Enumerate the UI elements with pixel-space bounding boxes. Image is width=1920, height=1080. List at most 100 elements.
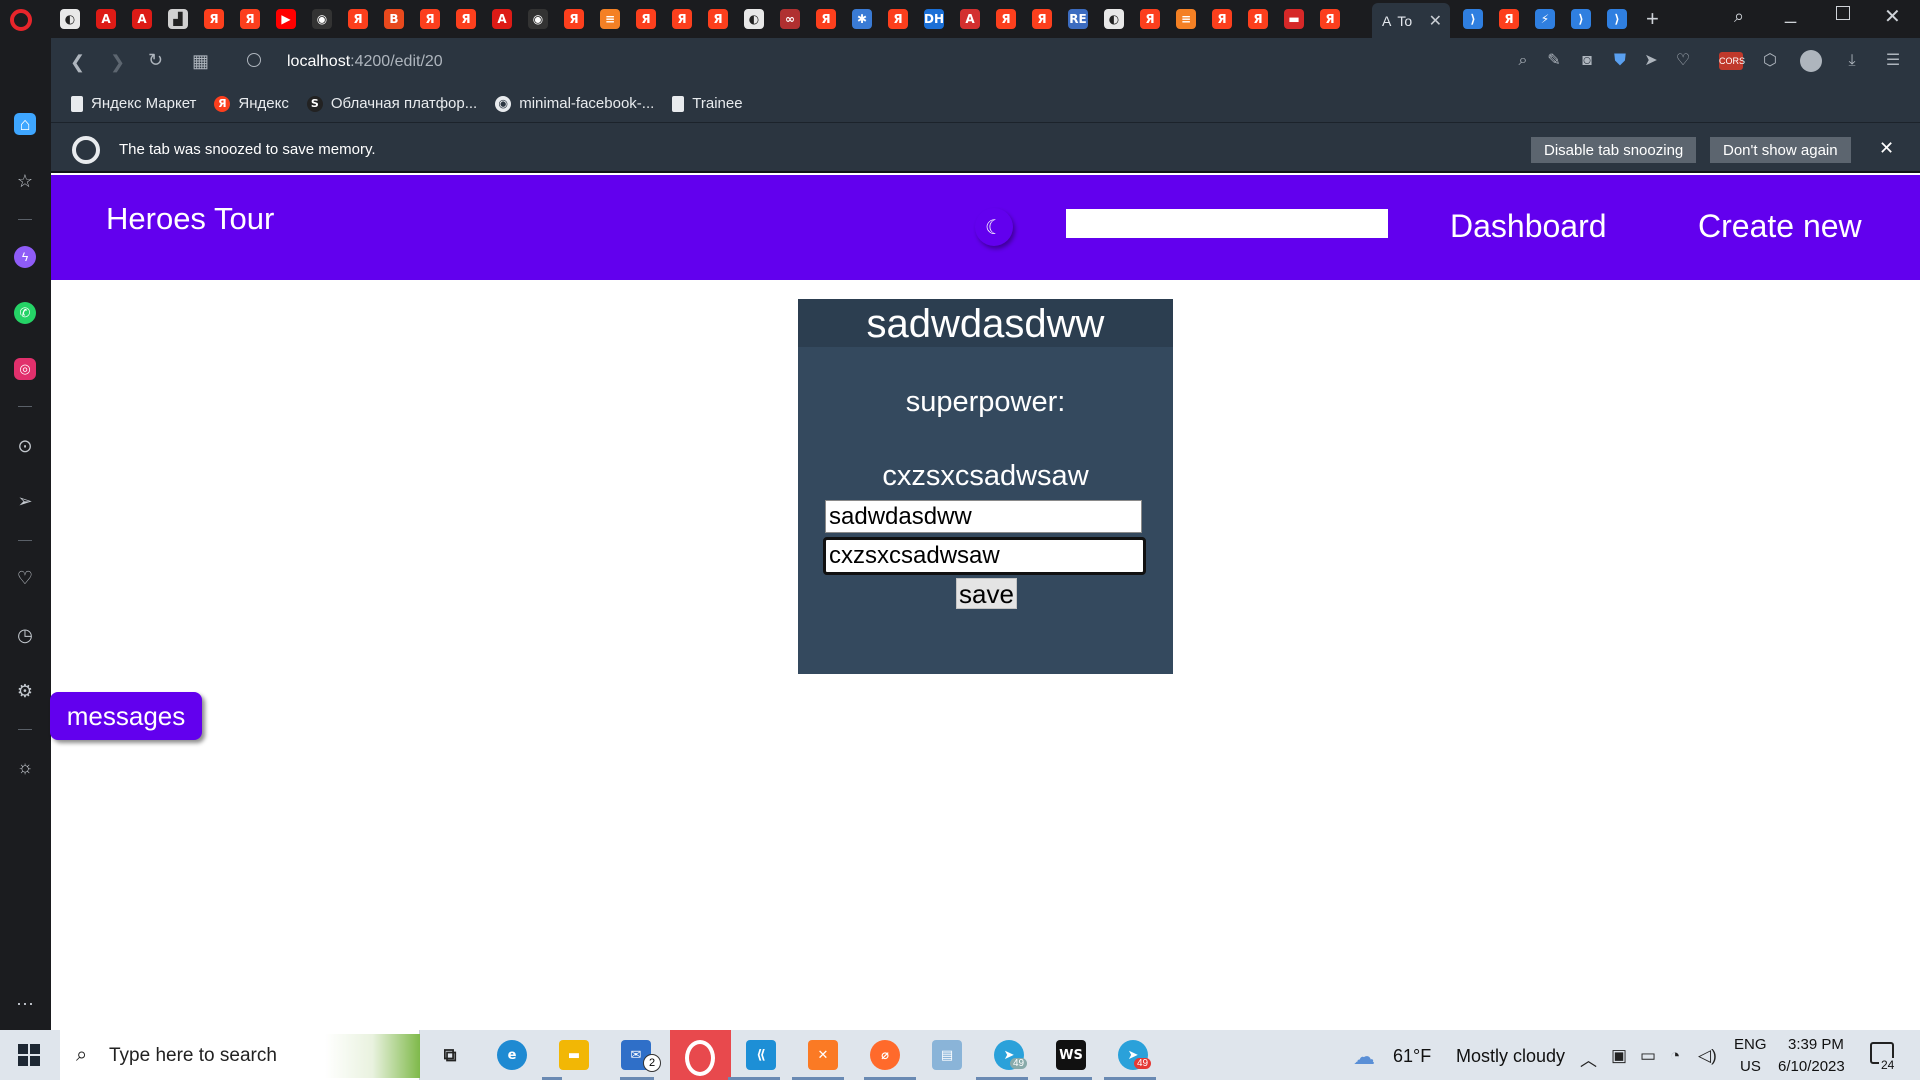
instagram-icon[interactable]: ◎ xyxy=(14,358,36,380)
edge-browser-icon[interactable]: e xyxy=(497,1040,527,1070)
hero-superpower-input[interactable] xyxy=(823,537,1146,575)
tab-angular-icon[interactable]: A xyxy=(132,9,152,29)
weather-description[interactable]: Mostly cloudy xyxy=(1456,1046,1565,1067)
app-title[interactable]: Heroes Tour xyxy=(106,201,274,237)
downloads-icon[interactable]: ⤓ xyxy=(1843,52,1861,70)
volume-icon[interactable]: ◁) xyxy=(1698,1046,1717,1066)
tab-youtube-icon[interactable]: ▶ xyxy=(276,9,296,29)
easy-setup-icon[interactable]: ☰ xyxy=(1884,52,1902,70)
window-close-button[interactable]: ✕ xyxy=(1884,4,1901,29)
webstorm-icon[interactable]: WS xyxy=(1056,1040,1086,1070)
tab-stackoverflow-icon[interactable]: ≡ xyxy=(600,9,620,29)
settings-gear-icon[interactable]: ⚙ xyxy=(14,680,36,702)
camera-icon[interactable]: ◙ xyxy=(1578,52,1596,70)
tab-yandex-icon[interactable]: Я xyxy=(636,9,656,29)
home-icon[interactable]: ⌂ xyxy=(14,113,36,135)
tab-globe-icon[interactable]: ◐ xyxy=(744,9,764,29)
tab-search-icon[interactable]: ⌕ xyxy=(1734,6,1744,27)
tab-github-icon[interactable]: ◉ xyxy=(312,9,332,29)
more-dots-icon[interactable]: ⋯ xyxy=(14,993,36,1015)
tab-repo-icon[interactable]: RE xyxy=(1068,9,1088,29)
tab-active[interactable]: A To ✕ xyxy=(1372,3,1450,38)
tab-note-icon[interactable]: ▟ xyxy=(168,9,188,29)
hero-search-input[interactable] xyxy=(1066,209,1388,238)
bookmark-item[interactable]: Яндекс Маркет xyxy=(71,95,196,112)
tab-yandex-icon[interactable]: Я xyxy=(1032,9,1052,29)
profile-avatar[interactable] xyxy=(1800,50,1822,72)
tab-yandex-icon[interactable]: Я xyxy=(348,9,368,29)
tab-yandex-icon[interactable]: Я xyxy=(420,9,440,29)
tab-yandex-icon[interactable]: Я xyxy=(456,9,476,29)
tips-lightbulb-icon[interactable]: ☼ xyxy=(14,756,36,778)
tab-pdf-icon[interactable]: A xyxy=(960,9,980,29)
tab-vscode-icon[interactable]: ⟩ xyxy=(1607,9,1627,29)
bookmark-item[interactable]: Trainee xyxy=(672,95,743,112)
share-icon[interactable]: ✎ xyxy=(1545,52,1563,70)
tab-vscode-icon[interactable]: ⟩ xyxy=(1463,9,1483,29)
input-language[interactable]: ENG xyxy=(1734,1036,1767,1053)
input-region[interactable]: US xyxy=(1740,1058,1761,1075)
tab-dh-icon[interactable]: DH xyxy=(924,9,944,29)
disable-tab-snoozing-button[interactable]: Disable tab snoozing xyxy=(1531,137,1697,163)
tab-yandex-icon[interactable]: Я xyxy=(1499,9,1519,29)
tab-yandex-icon[interactable]: Я xyxy=(1248,9,1268,29)
back-arrow-icon[interactable]: ❮ xyxy=(70,52,85,73)
snooze-close-icon[interactable]: ✕ xyxy=(1879,138,1894,159)
tab-github-icon[interactable]: ◉ xyxy=(528,9,548,29)
tab-yandex-icon[interactable]: Я xyxy=(564,9,584,29)
xampp-icon[interactable]: ✕ xyxy=(808,1040,838,1070)
opera-taskbar-icon[interactable] xyxy=(685,1040,715,1076)
tab-yandex-icon[interactable]: Я xyxy=(672,9,692,29)
new-tab-button[interactable]: + xyxy=(1646,6,1659,32)
messages-button[interactable]: messages xyxy=(50,692,202,740)
send-flow-icon[interactable]: ➢ xyxy=(14,490,36,512)
nav-dashboard-link[interactable]: Dashboard xyxy=(1450,208,1607,245)
player-icon[interactable]: ⊙ xyxy=(14,435,36,457)
weather-temperature[interactable]: 61°F xyxy=(1393,1046,1431,1067)
task-view-icon[interactable]: ⧉ xyxy=(435,1040,465,1070)
opera-logo-icon[interactable] xyxy=(10,9,32,31)
send-icon[interactable]: ➤ xyxy=(1642,52,1660,70)
tab-vscode-icon[interactable]: ⟩ xyxy=(1571,9,1591,29)
tab-globe-icon[interactable]: ◐ xyxy=(1104,9,1124,29)
tab-bolt-icon[interactable]: ⚡ xyxy=(1535,9,1555,29)
extensions-cube-icon[interactable]: ⬡ xyxy=(1761,52,1779,70)
tray-chevron-up-icon[interactable]: ︿ xyxy=(1580,1046,1597,1071)
tab-angular-icon[interactable]: A xyxy=(96,9,116,29)
site-info-icon[interactable] xyxy=(247,53,261,67)
tab-yandex-icon[interactable]: Я xyxy=(708,9,728,29)
window-maximize-button[interactable] xyxy=(1836,6,1850,20)
postman-icon[interactable]: ⌀ xyxy=(870,1040,900,1070)
tab-globe-icon[interactable]: ◐ xyxy=(60,9,80,29)
dont-show-again-button[interactable]: Don't show again xyxy=(1710,137,1851,163)
tab-grid-icon[interactable]: ▦ xyxy=(192,51,209,72)
reload-icon[interactable]: ↻ xyxy=(148,50,163,71)
messenger-icon[interactable]: ϟ xyxy=(14,246,36,268)
weather-cloud-icon[interactable]: ☁ xyxy=(1353,1044,1375,1070)
bookmarks-heart-icon[interactable]: ♡ xyxy=(14,567,36,589)
tab-stackoverflow-icon[interactable]: ≡ xyxy=(1176,9,1196,29)
theme-toggle-button[interactable]: ☾ xyxy=(975,208,1013,246)
tab-yandex-icon[interactable]: Я xyxy=(1320,9,1340,29)
tab-infinity-icon[interactable]: ∞ xyxy=(780,9,800,29)
save-button[interactable]: save xyxy=(956,578,1017,609)
meet-camera-icon[interactable]: ▣ xyxy=(1611,1046,1627,1066)
tab-yandex-icon[interactable]: Я xyxy=(240,9,260,29)
file-explorer-icon[interactable]: ▬ xyxy=(559,1040,589,1070)
forward-arrow-icon[interactable]: ❯ xyxy=(110,52,125,73)
history-clock-icon[interactable]: ◷ xyxy=(14,624,36,646)
favorite-heart-icon[interactable]: ♡ xyxy=(1674,52,1692,70)
tab-angular-icon[interactable]: A xyxy=(492,9,512,29)
zoom-icon[interactable]: ⌕ xyxy=(1514,52,1532,70)
url-field[interactable]: localhost:4200/edit/20 xyxy=(287,53,443,71)
tab-yandex-icon[interactable]: Я xyxy=(996,9,1016,29)
nav-create-new-link[interactable]: Create new xyxy=(1698,208,1862,245)
paint-icon[interactable]: ▤ xyxy=(932,1040,962,1070)
wifi-icon[interactable]: ◔ xyxy=(1670,1046,1680,1066)
taskbar-search-placeholder[interactable]: Type here to search xyxy=(109,1045,277,1067)
tab-bold-icon[interactable]: B xyxy=(384,9,404,29)
vpn-shield-icon[interactable]: ⛊ xyxy=(1611,52,1629,70)
tab-yandex-icon[interactable]: Я xyxy=(888,9,908,29)
tab-puzzle-icon[interactable]: ✱ xyxy=(852,9,872,29)
tab-close-icon[interactable]: ✕ xyxy=(1429,11,1442,31)
